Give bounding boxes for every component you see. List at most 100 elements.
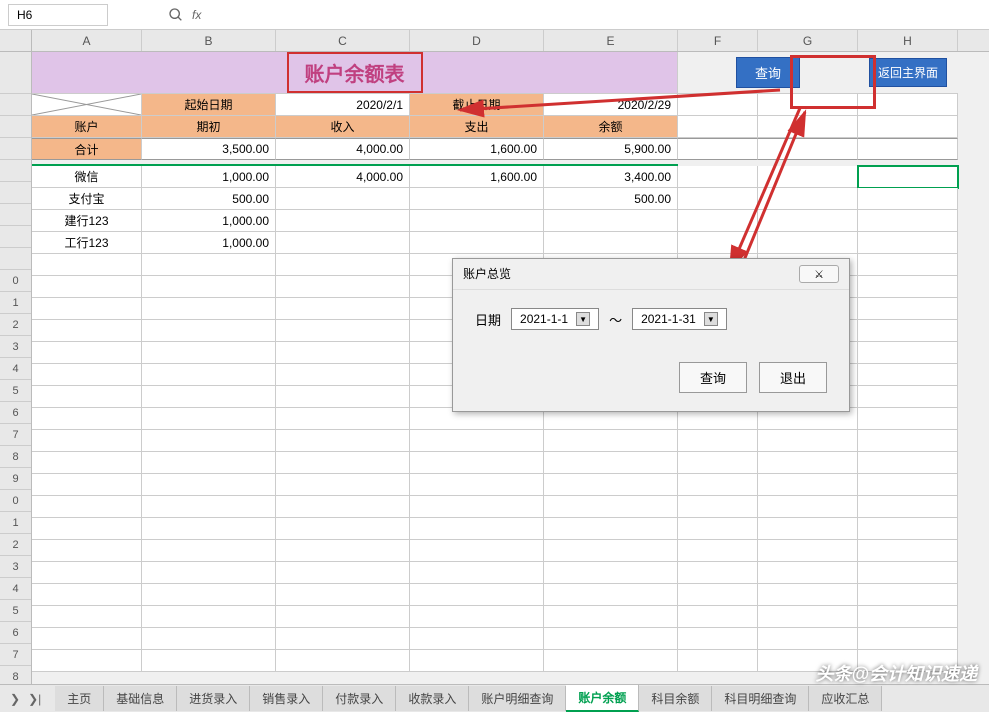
sheet-tab[interactable]: 科目余额 bbox=[639, 686, 712, 711]
row-header[interactable] bbox=[0, 248, 31, 270]
diagonal-cell bbox=[32, 94, 142, 116]
col-header-B[interactable]: B bbox=[142, 30, 276, 51]
hdr-expense: 支出 bbox=[410, 116, 544, 138]
tab-nav-last-icon[interactable]: ❯| bbox=[28, 692, 41, 706]
account-name[interactable]: 支付宝 bbox=[32, 188, 142, 210]
row-header[interactable] bbox=[0, 52, 31, 94]
sum-income[interactable]: 4,000.00 bbox=[276, 138, 410, 160]
account-name[interactable]: 微信 bbox=[32, 166, 142, 188]
account-cell[interactable] bbox=[544, 210, 678, 232]
row-header[interactable]: 3 bbox=[0, 336, 31, 358]
row-header[interactable]: 5 bbox=[0, 380, 31, 402]
row-header[interactable]: 7 bbox=[0, 424, 31, 446]
sheet-tab[interactable]: 付款录入 bbox=[323, 686, 396, 711]
sheet-title: 账户余额表 bbox=[32, 52, 678, 94]
row-headers: 0 1 2 3 4 5 6 7 8 9 0 1 2 3 4 5 6 7 8 bbox=[0, 52, 32, 688]
row-header[interactable] bbox=[0, 226, 31, 248]
sheet-tab[interactable]: 账户明细查询 bbox=[469, 686, 566, 711]
hdr-balance: 余额 bbox=[544, 116, 678, 138]
row-header[interactable]: 1 bbox=[0, 292, 31, 314]
account-cell[interactable] bbox=[410, 232, 544, 254]
col-header-A[interactable]: A bbox=[32, 30, 142, 51]
account-cell[interactable]: 1,000.00 bbox=[142, 232, 276, 254]
sheet-tab[interactable]: 销售录入 bbox=[250, 686, 323, 711]
column-headers: A B C D E F G H bbox=[0, 30, 989, 52]
sheet-tab[interactable]: 应收汇总 bbox=[809, 686, 882, 711]
dialog-query-button[interactable]: 查询 bbox=[679, 362, 747, 393]
row-header[interactable]: 5 bbox=[0, 600, 31, 622]
query-button[interactable]: 查询 bbox=[736, 57, 800, 88]
row-header[interactable]: 7 bbox=[0, 644, 31, 666]
col-header-D[interactable]: D bbox=[410, 30, 544, 51]
hdr-income: 收入 bbox=[276, 116, 410, 138]
row-header[interactable]: 0 bbox=[0, 270, 31, 292]
sheet-tab[interactable]: 收款录入 bbox=[396, 686, 469, 711]
tab-nav-prev-icon[interactable]: ❯ bbox=[10, 692, 20, 706]
row-header[interactable] bbox=[0, 182, 31, 204]
sum-label: 合计 bbox=[32, 138, 142, 160]
row-header[interactable]: 3 bbox=[0, 556, 31, 578]
row-header[interactable] bbox=[0, 138, 31, 160]
account-cell[interactable] bbox=[276, 188, 410, 210]
account-cell[interactable] bbox=[276, 232, 410, 254]
fx-label[interactable]: fx bbox=[192, 8, 201, 22]
col-header-C[interactable]: C bbox=[276, 30, 410, 51]
account-name[interactable]: 工行123 bbox=[32, 232, 142, 254]
account-cell[interactable]: 500.00 bbox=[142, 188, 276, 210]
account-cell[interactable]: 500.00 bbox=[544, 188, 678, 210]
sheet-tab[interactable]: 基础信息 bbox=[104, 686, 177, 711]
col-header-H[interactable]: H bbox=[858, 30, 958, 51]
row-header[interactable] bbox=[0, 160, 31, 182]
row-header[interactable]: 8 bbox=[0, 446, 31, 468]
col-header-E[interactable]: E bbox=[544, 30, 678, 51]
row-header[interactable]: 6 bbox=[0, 622, 31, 644]
end-date-select[interactable]: 2021-1-31 ▼ bbox=[632, 308, 727, 330]
start-date-label: 起始日期 bbox=[142, 94, 276, 116]
row-header[interactable]: 9 bbox=[0, 468, 31, 490]
sheet-tab-active[interactable]: 账户余额 bbox=[566, 685, 639, 712]
row-header[interactable] bbox=[0, 116, 31, 138]
sheet-tab[interactable]: 进货录入 bbox=[177, 686, 250, 711]
sheet-tab[interactable]: 科目明细查询 bbox=[712, 686, 809, 711]
account-cell[interactable] bbox=[276, 210, 410, 232]
row-header[interactable]: 2 bbox=[0, 314, 31, 336]
sum-expense[interactable]: 1,600.00 bbox=[410, 138, 544, 160]
selected-cell-H6[interactable] bbox=[858, 166, 958, 188]
account-cell[interactable]: 3,400.00 bbox=[544, 166, 678, 188]
col-header-G[interactable]: G bbox=[758, 30, 858, 51]
account-cell[interactable]: 1,000.00 bbox=[142, 166, 276, 188]
row-header[interactable]: 2 bbox=[0, 534, 31, 556]
watermark: 头条@会计知识速递 bbox=[815, 660, 977, 686]
account-cell[interactable]: 1,600.00 bbox=[410, 166, 544, 188]
search-icon[interactable] bbox=[168, 7, 184, 23]
row-header[interactable]: 6 bbox=[0, 402, 31, 424]
end-date-value[interactable]: 2020/2/29 bbox=[544, 94, 678, 116]
account-name[interactable]: 建行123 bbox=[32, 210, 142, 232]
hdr-account: 账户 bbox=[32, 116, 142, 138]
dialog-exit-button[interactable]: 退出 bbox=[759, 362, 827, 393]
account-cell[interactable]: 1,000.00 bbox=[142, 210, 276, 232]
start-date-value[interactable]: 2020/2/1 bbox=[276, 94, 410, 116]
row-header[interactable]: 4 bbox=[0, 358, 31, 380]
sum-initial[interactable]: 3,500.00 bbox=[142, 138, 276, 160]
end-date-label: 截止日期 bbox=[410, 94, 544, 116]
return-main-button[interactable]: 返回主界面 bbox=[869, 58, 947, 87]
row-header[interactable]: 4 bbox=[0, 578, 31, 600]
account-cell[interactable] bbox=[544, 232, 678, 254]
dropdown-icon: ▼ bbox=[576, 312, 590, 326]
col-header-F[interactable]: F bbox=[678, 30, 758, 51]
sum-balance[interactable]: 5,900.00 bbox=[544, 138, 678, 160]
dialog-title: 账户总览 bbox=[463, 265, 511, 283]
cell-reference-input[interactable] bbox=[8, 4, 108, 26]
account-cell[interactable] bbox=[410, 188, 544, 210]
row-header[interactable]: 0 bbox=[0, 490, 31, 512]
row-header[interactable] bbox=[0, 94, 31, 116]
account-cell[interactable]: 4,000.00 bbox=[276, 166, 410, 188]
row-header[interactable] bbox=[0, 204, 31, 226]
sheet-tab[interactable]: 主页 bbox=[55, 686, 104, 711]
dropdown-icon: ▼ bbox=[704, 312, 718, 326]
dialog-close-button[interactable]: ⚔ bbox=[799, 265, 839, 283]
account-cell[interactable] bbox=[410, 210, 544, 232]
row-header[interactable]: 1 bbox=[0, 512, 31, 534]
start-date-select[interactable]: 2021-1-1 ▼ bbox=[511, 308, 599, 330]
